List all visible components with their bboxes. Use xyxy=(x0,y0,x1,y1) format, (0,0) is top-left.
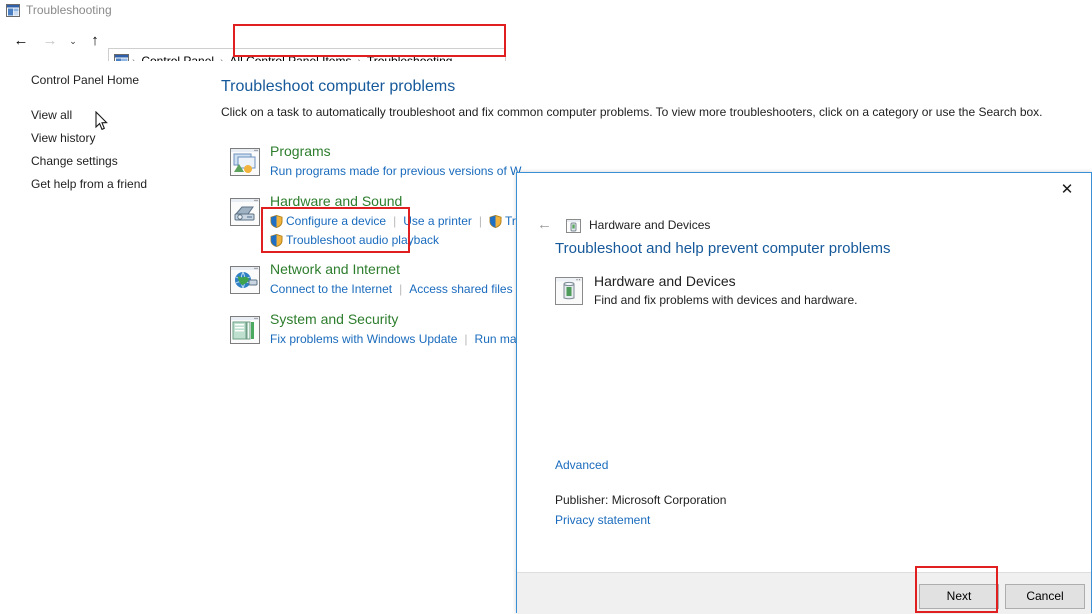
uac-shield-icon xyxy=(270,233,283,247)
next-button[interactable]: Next xyxy=(919,584,999,609)
dialog-footer: Next Cancel xyxy=(517,572,1091,614)
uac-shield-icon xyxy=(489,214,502,228)
hardware-and-devices-dialog: ✕ ← Hardware and Devices Troubleshoot an… xyxy=(516,172,1092,614)
network-globe-icon xyxy=(230,266,260,294)
advanced-link[interactable]: Advanced xyxy=(555,458,608,472)
left-navigation-pane: Control Panel Home View all View history… xyxy=(0,61,213,613)
dialog-body: Troubleshoot and help prevent computer p… xyxy=(517,240,1091,572)
dialog-item-title[interactable]: Hardware and Devices xyxy=(594,273,736,289)
hardware-devices-icon xyxy=(555,277,583,305)
cancel-button[interactable]: Cancel xyxy=(1005,584,1085,609)
dialog-nav-title: Hardware and Devices xyxy=(589,218,711,232)
page-subtitle: Click on a task to automatically trouble… xyxy=(221,105,1043,119)
privacy-statement-link[interactable]: Privacy statement xyxy=(555,513,650,527)
page-title: Troubleshoot computer problems xyxy=(221,78,456,95)
publisher-label: Publisher: Microsoft Corporation xyxy=(555,493,727,507)
recent-locations-button[interactable]: ⌄ xyxy=(62,30,84,52)
back-button[interactable]: ← xyxy=(10,30,32,52)
sidebar-item-view-all[interactable]: View all xyxy=(31,108,147,122)
link-troubleshoot-truncated[interactable]: Tr xyxy=(505,214,516,228)
link-run-programs-previous-versions[interactable]: Run programs made for previous versions … xyxy=(270,164,521,178)
sidebar-links: View all View history Change settings Ge… xyxy=(31,108,147,200)
dialog-titlebar: ✕ xyxy=(517,173,1091,211)
category-links-system-and-security: Fix problems with Windows Update | Run m… xyxy=(270,332,519,346)
control-panel-icon xyxy=(6,4,20,17)
link-separator: | xyxy=(399,282,403,296)
sidebar-item-control-panel-home[interactable]: Control Panel Home xyxy=(31,73,139,87)
dialog-back-button[interactable]: ← xyxy=(537,216,552,233)
link-fix-problems-with-windows-update[interactable]: Fix problems with Windows Update xyxy=(270,332,457,346)
navigation-bar: ← → ⌄ ↑ › Control Panel › All Control Pa… xyxy=(0,22,1092,74)
dialog-heading: Troubleshoot and help prevent computer p… xyxy=(555,240,891,257)
up-button[interactable]: ↑ xyxy=(84,30,106,52)
dialog-item-description: Find and fix problems with devices and h… xyxy=(594,293,858,307)
sidebar-item-get-help-from-a-friend[interactable]: Get help from a friend xyxy=(31,177,147,191)
link-troubleshoot-audio-playback[interactable]: Troubleshoot audio playback xyxy=(286,233,439,247)
category-links-hardware-and-sound-row1: Configure a device | Use a printer | Tr xyxy=(270,214,516,228)
hardware-devices-small-icon xyxy=(566,219,581,233)
category-links-hardware-and-sound-row2: Troubleshoot audio playback xyxy=(270,233,439,247)
window-titlebar: Troubleshooting xyxy=(0,0,1092,23)
category-title-network-and-internet[interactable]: Network and Internet xyxy=(270,261,400,277)
printer-icon xyxy=(230,198,260,226)
sidebar-item-change-settings[interactable]: Change settings xyxy=(31,154,147,168)
link-separator: | xyxy=(464,332,468,346)
window-title: Troubleshooting xyxy=(26,3,112,17)
uac-shield-icon xyxy=(270,214,283,228)
link-connect-to-the-internet[interactable]: Connect to the Internet xyxy=(270,282,392,296)
category-links-programs: Run programs made for previous versions … xyxy=(270,164,521,178)
sidebar-item-view-history[interactable]: View history xyxy=(31,131,147,145)
category-title-hardware-and-sound[interactable]: Hardware and Sound xyxy=(270,193,402,209)
link-access-shared-files[interactable]: Access shared files a xyxy=(409,282,522,296)
link-separator: | xyxy=(478,214,483,228)
forward-button[interactable]: → xyxy=(39,30,61,52)
category-links-network-and-internet: Connect to the Internet | Access shared … xyxy=(270,282,523,296)
link-separator: | xyxy=(393,214,397,228)
category-title-system-and-security[interactable]: System and Security xyxy=(270,311,398,327)
programs-icon xyxy=(230,148,260,176)
system-security-icon xyxy=(230,316,260,344)
link-run-maintenance[interactable]: Run mai xyxy=(475,332,520,346)
category-title-programs[interactable]: Programs xyxy=(270,143,331,159)
mouse-cursor xyxy=(95,111,108,131)
close-icon[interactable]: ✕ xyxy=(1051,178,1083,202)
link-configure-a-device[interactable]: Configure a device xyxy=(286,214,386,228)
link-use-a-printer[interactable]: Use a printer xyxy=(403,214,472,228)
